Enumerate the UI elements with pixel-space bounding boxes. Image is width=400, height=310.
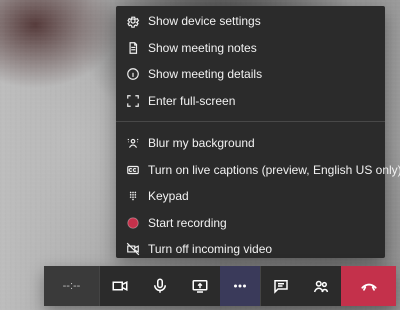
menu-section-primary: Show device settings Show meeting notes: [116, 6, 385, 114]
menu-item-label: Turn on live captions (preview, English …: [148, 162, 400, 177]
call-controls-bar: --:--: [44, 266, 396, 306]
call-timer-text: --:--: [62, 280, 81, 292]
menu-divider: [116, 121, 385, 122]
chat-button[interactable]: [261, 266, 301, 306]
menu-item-label: Show meeting details: [148, 67, 263, 82]
menu-item-show-meeting-notes[interactable]: Show meeting notes: [116, 35, 385, 62]
menu-item-label: Enter full-screen: [148, 93, 236, 108]
info-icon: [126, 67, 140, 81]
record-icon: [126, 216, 140, 230]
menu-item-live-captions[interactable]: Turn on live captions (preview, English …: [116, 157, 400, 184]
menu-item-start-recording[interactable]: Start recording: [116, 210, 385, 237]
share-screen-button[interactable]: [180, 266, 220, 306]
menu-item-label: Start recording: [148, 215, 227, 230]
keypad-icon: [126, 189, 140, 203]
hang-up-icon: [359, 276, 379, 296]
menu-item-label: Keypad: [148, 189, 189, 204]
camera-icon: [111, 277, 129, 295]
gear-icon: [126, 14, 140, 29]
microphone-icon: [151, 277, 169, 295]
microphone-button[interactable]: [140, 266, 180, 306]
camera-button[interactable]: [100, 266, 140, 306]
menu-item-keypad[interactable]: Keypad: [116, 183, 385, 210]
chat-icon: [272, 277, 290, 295]
blur-icon: [126, 136, 140, 150]
captions-icon: [126, 163, 140, 177]
hang-up-button[interactable]: [341, 266, 396, 306]
video-off-icon: [126, 242, 140, 256]
menu-item-show-meeting-details[interactable]: Show meeting details: [116, 61, 385, 88]
menu-item-show-device-settings[interactable]: Show device settings: [116, 8, 385, 35]
more-actions-menu: Show device settings Show meeting notes: [116, 6, 400, 258]
menu-item-label: Show device settings: [148, 14, 261, 29]
menu-item-label: Turn off incoming video: [148, 242, 273, 257]
more-options-icon: [231, 277, 249, 295]
participants-button[interactable]: [301, 266, 341, 306]
menu-item-label: Blur my background: [148, 136, 255, 151]
call-timer: --:--: [44, 266, 99, 306]
menu-section-secondary: Blur my background Turn on live captions…: [116, 128, 400, 263]
menu-item-blur-background[interactable]: Blur my background: [116, 130, 385, 157]
notes-icon: [126, 41, 140, 55]
more-actions-button[interactable]: [220, 266, 260, 306]
menu-item-label: Show meeting notes: [148, 40, 257, 55]
fullscreen-icon: [126, 94, 140, 108]
share-screen-icon: [191, 277, 209, 295]
menu-item-turn-off-incoming-video[interactable]: Turn off incoming video: [116, 236, 385, 263]
menu-item-enter-full-screen[interactable]: Enter full-screen: [116, 88, 385, 115]
participants-icon: [312, 277, 330, 295]
